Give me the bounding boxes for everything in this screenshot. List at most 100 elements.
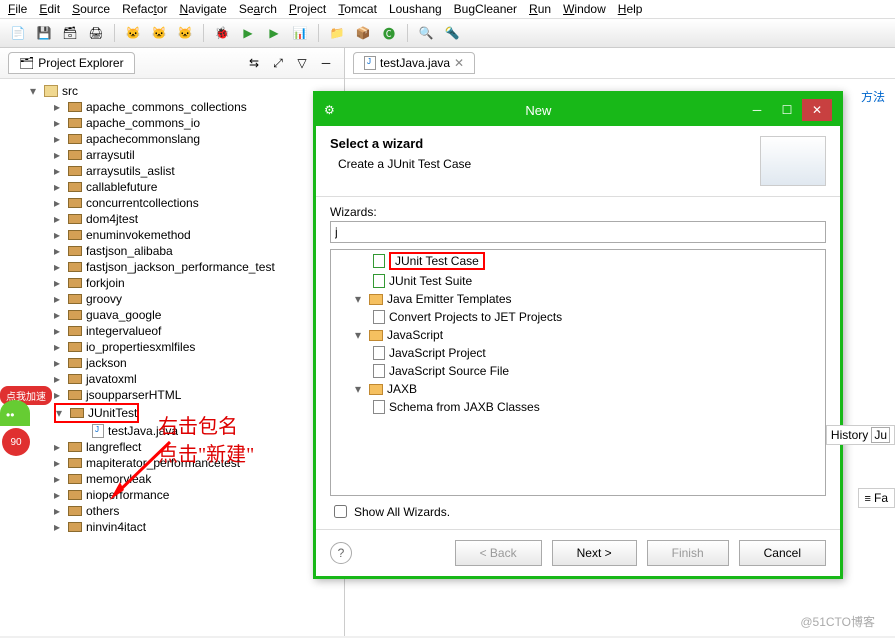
package-icon: [68, 214, 82, 224]
tree-package[interactable]: ▸enuminvokemethod: [0, 227, 344, 243]
package-icon: [68, 246, 82, 256]
side-tab-fa[interactable]: ≡ Fa: [858, 488, 895, 508]
menu-dropdown-icon[interactable]: ▽: [292, 53, 312, 73]
tree-package[interactable]: ▸arraysutil: [0, 147, 344, 163]
finish-button: Finish: [647, 540, 729, 566]
close-tab-icon[interactable]: ✕: [454, 56, 464, 70]
collapse-icon[interactable]: ⇆: [244, 53, 264, 73]
wizard-jaxb-schema[interactable]: Schema from JAXB Classes: [331, 398, 825, 416]
menu-help[interactable]: Help: [618, 2, 643, 16]
new-icon[interactable]: 📄: [8, 23, 28, 43]
wizard-jet-folder[interactable]: ▾Java Emitter Templates: [331, 290, 825, 308]
wizard-junit-suite[interactable]: JUnit Test Suite: [331, 272, 825, 290]
package-icon: [68, 442, 82, 452]
tree-package[interactable]: ▸jackson: [0, 355, 344, 371]
back-button: < Back: [455, 540, 542, 566]
maximize-button[interactable]: ☐: [772, 99, 802, 121]
watermark: @51CTO博客: [800, 613, 875, 630]
tree-package[interactable]: ▸memoryleak: [0, 471, 344, 487]
new-package-icon[interactable]: 📦: [353, 23, 373, 43]
debug-icon[interactable]: 🐞: [212, 23, 232, 43]
tomcat-restart-icon[interactable]: 🐱: [175, 23, 195, 43]
tree-package[interactable]: ▸fastjson_alibaba: [0, 243, 344, 259]
tree-package[interactable]: ▸mapiterator_performancetest: [0, 455, 344, 471]
menu-navigate[interactable]: Navigate: [179, 2, 226, 16]
tree-package[interactable]: ▸langreflect: [0, 439, 344, 455]
wizard-list[interactable]: JUnit Test Case JUnit Test Suite ▾Java E…: [330, 249, 826, 496]
next-button[interactable]: Next >: [552, 540, 637, 566]
tree-package[interactable]: ▸others: [0, 503, 344, 519]
tree-package[interactable]: ▸arraysutils_aslist: [0, 163, 344, 179]
tree-package[interactable]: ▸javatoxml: [0, 371, 344, 387]
new-class-icon[interactable]: 🅒: [379, 23, 399, 43]
editor-tab[interactable]: testJava.java ✕: [353, 52, 475, 74]
wizard-js-folder[interactable]: ▾JavaScript: [331, 326, 825, 344]
tree-src[interactable]: ▾src: [0, 83, 344, 99]
save-icon[interactable]: 💾: [34, 23, 54, 43]
wizard-js-project[interactable]: JavaScript Project: [331, 344, 825, 362]
junit-icon: [373, 254, 385, 268]
tree-package[interactable]: ▸callablefuture: [0, 179, 344, 195]
tree-package[interactable]: ▸io_propertiesxmlfiles: [0, 339, 344, 355]
tree-package[interactable]: ▸fastjson_jackson_performance_test: [0, 259, 344, 275]
saveall-icon[interactable]: 🗃: [60, 23, 80, 43]
menu-loushang[interactable]: Loushang: [389, 2, 442, 16]
dialog-titlebar[interactable]: ⚙ New ─ ☐ ✕: [316, 94, 840, 126]
menu-file[interactable]: FFileile: [8, 2, 27, 16]
cancel-button[interactable]: Cancel: [739, 540, 826, 566]
package-icon: [68, 390, 82, 400]
tomcat-stop-icon[interactable]: 🐱: [149, 23, 169, 43]
run-icon[interactable]: ▶: [238, 23, 258, 43]
menu-tomcat[interactable]: Tomcat: [338, 2, 377, 16]
tree-package[interactable]: ▸concurrentcollections: [0, 195, 344, 211]
run-last-icon[interactable]: ▶: [264, 23, 284, 43]
tree-package[interactable]: ▸guava_google: [0, 307, 344, 323]
project-tree[interactable]: ▾src ▸apache_commons_collections▸apache_…: [0, 79, 344, 636]
menu-project[interactable]: Project: [289, 2, 326, 16]
tree-package[interactable]: ▸forkjoin: [0, 275, 344, 291]
show-all-checkbox[interactable]: [334, 505, 347, 518]
menu-edit[interactable]: Edit: [39, 2, 60, 16]
tree-package[interactable]: ▸nioperformance: [0, 487, 344, 503]
tree-package[interactable]: ▸apache_commons_io: [0, 115, 344, 131]
minimize-icon[interactable]: ─: [316, 53, 336, 73]
close-button[interactable]: ✕: [802, 99, 832, 121]
menubar: FFileile Edit Source Refactor Navigate S…: [0, 0, 895, 19]
coverage-icon[interactable]: 📊: [290, 23, 310, 43]
package-icon: [68, 118, 82, 128]
package-icon: [68, 262, 82, 272]
tomcat-icon[interactable]: 🐱: [123, 23, 143, 43]
mascot-icon[interactable]: •• 90: [0, 400, 40, 450]
wizard-banner-icon: [760, 136, 826, 186]
menu-run[interactable]: Run: [529, 2, 551, 16]
link-icon[interactable]: ⤢: [268, 53, 288, 73]
menu-refactor[interactable]: Refactor: [122, 2, 167, 16]
wizard-jaxb-folder[interactable]: ▾JAXB: [331, 380, 825, 398]
menu-source[interactable]: Source: [72, 2, 110, 16]
side-tab-history[interactable]: History Ju: [826, 425, 895, 445]
help-button[interactable]: ?: [330, 542, 352, 564]
wizard-filter-input[interactable]: [330, 221, 826, 243]
tree-package[interactable]: ▸apachecommonslang: [0, 131, 344, 147]
package-icon: [68, 326, 82, 336]
menu-bugcleaner[interactable]: BugCleaner: [454, 2, 517, 16]
tree-package[interactable]: ▸dom4jtest: [0, 211, 344, 227]
wizard-junit-testcase[interactable]: JUnit Test Case: [331, 250, 825, 272]
tree-package[interactable]: ▸ninvin4itact: [0, 519, 344, 535]
new-folder-icon[interactable]: 📁: [327, 23, 347, 43]
tree-package[interactable]: ▸integervalueof: [0, 323, 344, 339]
explorer-tab[interactable]: 🗂 Project Explorer: [8, 52, 135, 74]
wizard-jet-convert[interactable]: Convert Projects to JET Projects: [331, 308, 825, 326]
print-icon[interactable]: 🖨: [86, 23, 106, 43]
package-icon: [68, 166, 82, 176]
search-icon[interactable]: 🔦: [442, 23, 462, 43]
minimize-button[interactable]: ─: [742, 99, 772, 121]
menu-window[interactable]: Window: [563, 2, 606, 16]
tree-junit-test[interactable]: ▾JUnitTest: [54, 403, 139, 423]
tree-testjava[interactable]: testJava.java: [0, 423, 344, 439]
menu-search[interactable]: Search: [239, 2, 277, 16]
open-type-icon[interactable]: 🔍: [416, 23, 436, 43]
tree-package[interactable]: ▸groovy: [0, 291, 344, 307]
wizard-js-source[interactable]: JavaScript Source File: [331, 362, 825, 380]
tree-package[interactable]: ▸apache_commons_collections: [0, 99, 344, 115]
